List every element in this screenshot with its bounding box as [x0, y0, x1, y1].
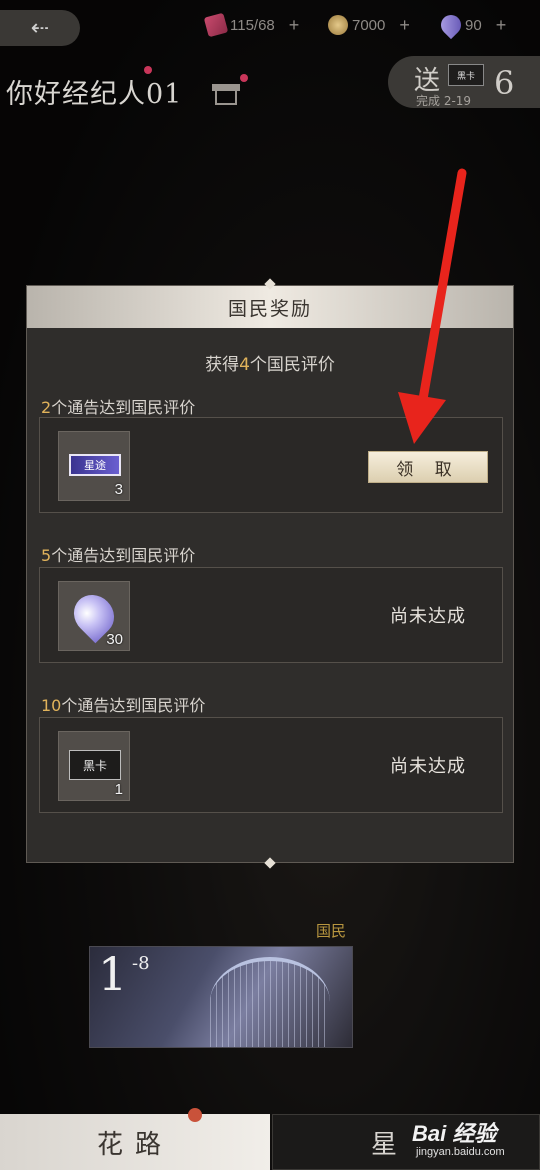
tier-label: 2个通告达到国民评价 [41, 394, 195, 418]
resource-hearts[interactable]: 115/68 + [203, 12, 300, 38]
tier-label-text: 个通告达到国民评价 [51, 546, 196, 565]
add-coins-button[interactable]: + [399, 15, 410, 36]
send-reward-panel[interactable]: 送 黑卡 6 完成 2-19 [388, 56, 540, 108]
watermark-sub: jingyan.baidu.com [416, 1146, 505, 1158]
reward-item-slot[interactable]: 30 [58, 581, 130, 651]
coins-value: 7000 [352, 16, 386, 34]
tab-notification-badge [188, 1108, 202, 1122]
coin-icon [328, 15, 348, 35]
tab-flower-road[interactable]: 花路 [0, 1114, 270, 1170]
star-ticket-icon: 星途 [69, 454, 121, 476]
summary-suffix: 个国民评价 [249, 355, 335, 375]
stage-sub-number: -8 [132, 953, 150, 974]
gift-notification-dot [240, 74, 248, 82]
reward-row: 30 尚未达成 [39, 567, 503, 663]
tab-label: 花路 [96, 1129, 173, 1160]
summary-count: 4 [239, 355, 250, 375]
gem-icon [436, 10, 466, 40]
black-card-icon: 黑卡 [69, 750, 121, 780]
reward-row: 黑卡 1 尚未达成 [39, 717, 503, 813]
heart-ticket-icon [203, 12, 229, 38]
item-count: 30 [106, 631, 123, 648]
notification-dot [144, 66, 152, 74]
stage-number: 1 [98, 947, 128, 1001]
send-subtitle: 完成 2-19 [416, 94, 472, 108]
reward-row: 星途 3 领 取 [39, 417, 503, 513]
agent-title: 你好经纪人01 [6, 79, 183, 110]
claim-button[interactable]: 领 取 [368, 451, 488, 483]
dialog-title: 国民奖励 [227, 297, 312, 320]
national-reward-dialog: 国民奖励 获得4个国民评价 2个通告达到国民评价 星途 3 领 取 5个通告达到… [26, 285, 514, 863]
add-gems-button[interactable]: + [496, 15, 507, 36]
not-achieved-status: 尚未达成 [390, 756, 466, 777]
send-number: 6 [494, 64, 515, 102]
tier-count: 5 [41, 546, 52, 565]
tier-label-text: 个通告达到国民评价 [61, 696, 206, 715]
tier-label: 10个通告达到国民评价 [41, 692, 205, 716]
hearts-value: 115/68 [230, 16, 275, 34]
watermark-main: Bai 经验 [412, 1121, 497, 1146]
reward-item-slot[interactable]: 黑卡 1 [58, 731, 130, 801]
gems-value: 90 [465, 16, 482, 34]
item-count: 3 [114, 481, 123, 498]
harp-artwork [210, 957, 330, 1047]
reward-summary: 获得4个国民评价 [27, 350, 513, 375]
add-hearts-button[interactable]: + [289, 15, 300, 36]
black-card-icon: 黑卡 [448, 64, 484, 86]
back-arrow-icon: ⇠ [30, 15, 50, 41]
gift-icon[interactable] [212, 80, 240, 106]
baidu-watermark: Bai 经验 jingyan.baidu.com [412, 1110, 540, 1166]
tab-label: 星 [371, 1129, 398, 1160]
tier-count: 10 [41, 696, 62, 715]
not-achieved-status: 尚未达成 [390, 606, 466, 627]
stage-card[interactable]: 1 -8 [89, 946, 353, 1048]
dialog-header: 国民奖励 [27, 286, 513, 328]
resource-gems[interactable]: 90 + [436, 10, 507, 40]
back-button[interactable]: ⇠ [0, 10, 80, 46]
reward-item-slot[interactable]: 星途 3 [58, 431, 130, 501]
tier-label-text: 个通告达到国民评价 [51, 398, 196, 417]
tier-count: 2 [41, 398, 52, 417]
resource-coins[interactable]: 7000 + [328, 12, 410, 38]
item-count: 1 [114, 781, 123, 798]
summary-prefix: 获得 [205, 355, 240, 375]
tier-label: 5个通告达到国民评价 [41, 542, 195, 566]
nation-tag: 国民 [316, 922, 347, 940]
